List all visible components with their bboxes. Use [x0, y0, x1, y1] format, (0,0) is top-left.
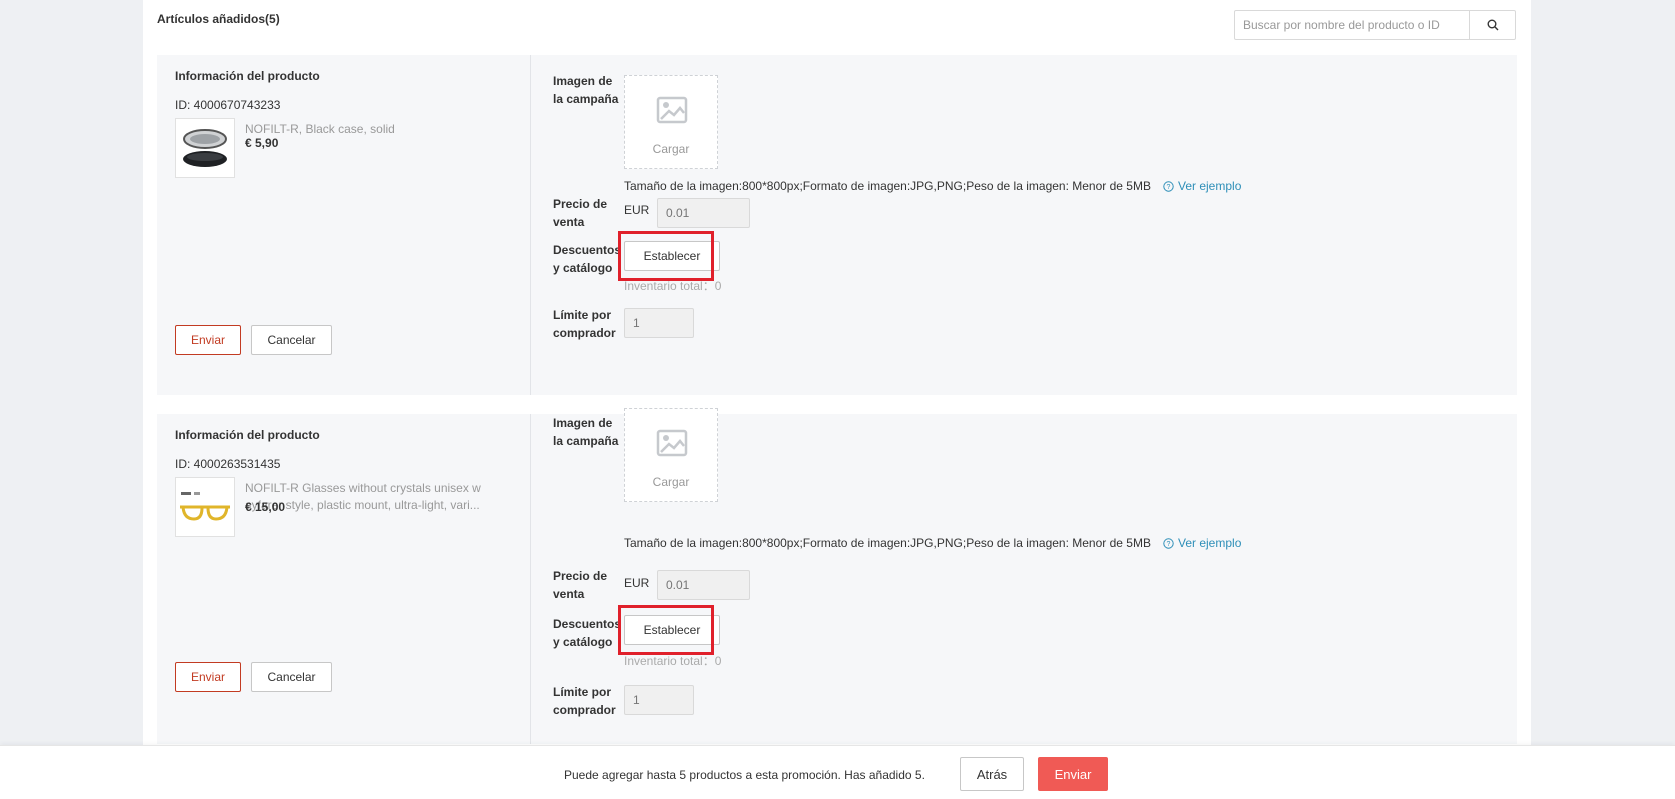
view-example-text: Ver ejemplo: [1178, 179, 1242, 193]
upload-image-button[interactable]: Cargar: [624, 75, 718, 169]
product-card: Información del producto ID: 40002635314…: [157, 408, 1517, 744]
upload-label: Cargar: [652, 475, 690, 489]
view-example-link[interactable]: ? Ver ejemplo: [1163, 179, 1241, 193]
panel-title: Artículos añadidos(5): [157, 12, 280, 26]
product-info-column: Información del producto ID: 40006707432…: [157, 55, 531, 395]
image-size-hint: Tamaño de la imagen:800*800px;Formato de…: [624, 536, 1151, 550]
product-thumbnail: [175, 118, 235, 178]
upload-image-button[interactable]: Cargar: [624, 408, 718, 502]
sale-price-input[interactable]: [657, 198, 750, 228]
product-settings-column: Imagen de la campaña Cargar Tamaño de la…: [531, 408, 1517, 744]
help-icon: ?: [1163, 537, 1174, 549]
product-id: ID: 4000263531435: [175, 457, 281, 471]
cancel-button[interactable]: Cancelar: [251, 325, 332, 355]
svg-text:?: ?: [1167, 184, 1171, 191]
product-settings-column: Imagen de la campaña Cargar Tamaño de la…: [531, 55, 1517, 395]
view-example-text: Ver ejemplo: [1178, 536, 1242, 550]
search-input[interactable]: [1235, 11, 1469, 39]
product-info-column: Información del producto ID: 40002635314…: [157, 414, 531, 744]
search-box: [1234, 10, 1516, 40]
limit-per-buyer-label: Límite por comprador: [553, 685, 616, 717]
back-button[interactable]: Atrás: [960, 757, 1024, 791]
image-size-hint: Tamaño de la imagen:800*800px;Formato de…: [624, 179, 1151, 193]
campaign-image-label: Imagen de la campaña: [553, 74, 619, 106]
set-discount-button[interactable]: Establecer: [624, 241, 720, 271]
limit-per-buyer-input[interactable]: [624, 308, 694, 338]
discount-catalog-label: Descuentos y catálogo: [553, 243, 622, 275]
product-info-title: Información del producto: [175, 69, 320, 83]
sale-price-input[interactable]: [657, 570, 750, 600]
image-placeholder-icon: [656, 96, 688, 124]
sale-price-label: Precio de venta: [553, 197, 608, 229]
currency-label: EUR: [624, 203, 650, 217]
submit-all-button[interactable]: Enviar: [1038, 757, 1108, 791]
footer-bar: Puede agregar hasta 5 productos a esta p…: [0, 745, 1675, 799]
currency-label: EUR: [624, 576, 650, 590]
upload-label: Cargar: [652, 142, 690, 156]
product-price: € 5,90: [245, 136, 279, 150]
campaign-image-label: Imagen de la campaña: [553, 416, 619, 448]
added-items-panel: Artículos añadidos(5) Información del pr…: [143, 0, 1531, 799]
glasses-icon: [180, 492, 230, 521]
cancel-button[interactable]: Cancelar: [251, 662, 332, 692]
product-card: Información del producto ID: 40006707432…: [157, 55, 1517, 395]
product-thumbnail: [175, 477, 235, 537]
submit-button[interactable]: Enviar: [175, 662, 241, 692]
svg-text:?: ?: [1167, 541, 1171, 548]
product-limit-message: Puede agregar hasta 5 productos a esta p…: [564, 768, 925, 782]
sale-price-label: Precio de venta: [553, 569, 608, 601]
total-inventory: Inventario total：0: [624, 279, 722, 293]
view-example-link[interactable]: ? Ver ejemplo: [1163, 536, 1241, 550]
product-price: € 15,00: [245, 500, 286, 514]
product-name: NOFILT-R, Black case, solid: [245, 122, 395, 136]
product-info-title: Información del producto: [175, 428, 320, 442]
glasses-case-icon: [183, 129, 227, 167]
limit-per-buyer-input[interactable]: [624, 685, 694, 715]
submit-button[interactable]: Enviar: [175, 325, 241, 355]
total-inventory: Inventario total：0: [624, 654, 722, 668]
discount-catalog-label: Descuentos y catálogo: [553, 617, 622, 649]
limit-per-buyer-label: Límite por comprador: [553, 308, 616, 340]
search-icon: [1487, 19, 1498, 31]
set-discount-button[interactable]: Establecer: [624, 615, 720, 645]
help-icon: ?: [1163, 180, 1174, 192]
search-button[interactable]: [1469, 11, 1515, 39]
product-id: ID: 4000670743233: [175, 98, 281, 112]
image-placeholder-icon: [656, 429, 688, 457]
